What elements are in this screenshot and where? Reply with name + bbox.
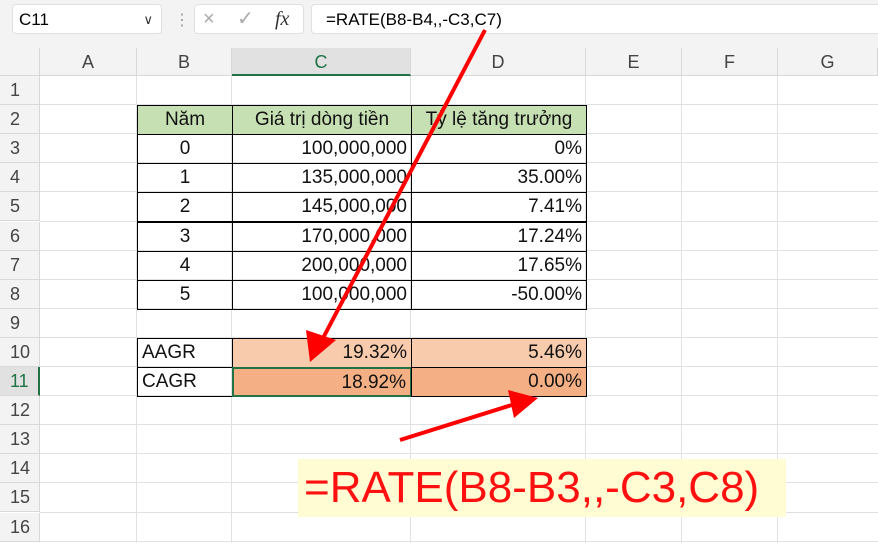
row-header-11[interactable]: 11 bbox=[0, 367, 40, 397]
name-box-value: C11 bbox=[19, 10, 49, 29]
row-header-2[interactable]: 2 bbox=[0, 105, 40, 135]
formula-buttons: × ✓ fx bbox=[194, 4, 304, 34]
row-header-16[interactable]: 16 bbox=[0, 512, 40, 542]
name-box[interactable]: C11 ∨ bbox=[12, 4, 162, 34]
table-cell[interactable]: 2 bbox=[137, 192, 233, 223]
enter-icon[interactable]: ✓ bbox=[237, 5, 254, 33]
table-cell[interactable]: 100,000,000 bbox=[232, 279, 412, 310]
cancel-icon[interactable]: × bbox=[203, 5, 215, 33]
row-header-14[interactable]: 14 bbox=[0, 454, 40, 484]
table-cell[interactable]: 17.65% bbox=[411, 250, 587, 281]
insert-function-icon[interactable]: fx bbox=[275, 5, 289, 33]
row-header-15[interactable]: 15 bbox=[0, 483, 40, 513]
drag-handle-icon[interactable]: ⋮ bbox=[174, 10, 190, 30]
table-cell[interactable]: -50.00% bbox=[411, 279, 587, 310]
table-cell[interactable]: 35.00% bbox=[411, 163, 587, 194]
row-header-1[interactable]: 1 bbox=[0, 76, 40, 106]
col-header-c[interactable]: C bbox=[232, 48, 411, 76]
table-cell[interactable]: 100,000,000 bbox=[232, 134, 412, 165]
row-header-10[interactable]: 10 bbox=[0, 337, 40, 367]
table-cell[interactable]: 17.24% bbox=[411, 221, 587, 252]
table-cell[interactable]: 7.41% bbox=[411, 192, 587, 223]
select-all-corner[interactable] bbox=[0, 48, 40, 76]
summary-value-d[interactable]: 0.00% bbox=[411, 367, 587, 398]
col-header-f[interactable]: F bbox=[682, 48, 778, 76]
table-cell[interactable]: 170,000,000 bbox=[232, 221, 412, 252]
table-cell[interactable]: 0% bbox=[411, 134, 587, 165]
row-header-12[interactable]: 12 bbox=[0, 396, 40, 426]
table-header-cell[interactable]: Giá trị dòng tiền bbox=[232, 105, 412, 136]
summary-value-d[interactable]: 5.46% bbox=[411, 337, 587, 368]
row-header-13[interactable]: 13 bbox=[0, 425, 40, 455]
table-cell[interactable]: 135,000,000 bbox=[232, 163, 412, 194]
col-header-a[interactable]: A bbox=[40, 48, 137, 76]
col-header-b[interactable]: B bbox=[137, 48, 232, 76]
row-header-8[interactable]: 8 bbox=[0, 279, 40, 309]
formula-input[interactable]: =RATE(B8-B4,,-C3,C7) bbox=[311, 4, 878, 34]
row-header-6[interactable]: 6 bbox=[0, 221, 40, 251]
col-header-d[interactable]: D bbox=[411, 48, 586, 76]
table-cell[interactable]: 3 bbox=[137, 221, 233, 252]
summary-value-c[interactable]: 18.92% bbox=[232, 367, 412, 398]
row-header-3[interactable]: 3 bbox=[0, 134, 40, 164]
summary-label[interactable]: CAGR bbox=[137, 367, 233, 398]
col-header-e[interactable]: E bbox=[586, 48, 682, 76]
table-cell[interactable]: 200,000,000 bbox=[232, 250, 412, 281]
chevron-down-icon[interactable]: ∨ bbox=[143, 5, 153, 35]
table-header-cell[interactable]: Tỷ lệ tăng trưởng bbox=[411, 105, 587, 136]
row-header-9[interactable]: 9 bbox=[0, 308, 40, 338]
formula-bar: C11 ∨ ⋮ × ✓ fx =RATE(B8-B4,,-C3,C7) bbox=[0, 0, 878, 48]
row-header-4[interactable]: 4 bbox=[0, 163, 40, 193]
table-cell[interactable]: 4 bbox=[137, 250, 233, 281]
table-cell[interactable]: 0 bbox=[137, 134, 233, 165]
table-header-cell[interactable]: Năm bbox=[137, 105, 233, 136]
annotation-formula: =RATE(B8-B3,,-C3,C8) bbox=[298, 459, 786, 517]
table-cell[interactable]: 1 bbox=[137, 163, 233, 194]
summary-value-c[interactable]: 19.32% bbox=[232, 337, 412, 368]
row-header-5[interactable]: 5 bbox=[0, 192, 40, 222]
table-cell[interactable]: 145,000,000 bbox=[232, 192, 412, 223]
row-header-7[interactable]: 7 bbox=[0, 250, 40, 280]
col-header-g[interactable]: G bbox=[778, 48, 878, 76]
summary-label[interactable]: AAGR bbox=[137, 337, 233, 368]
table-cell[interactable]: 5 bbox=[137, 279, 233, 310]
